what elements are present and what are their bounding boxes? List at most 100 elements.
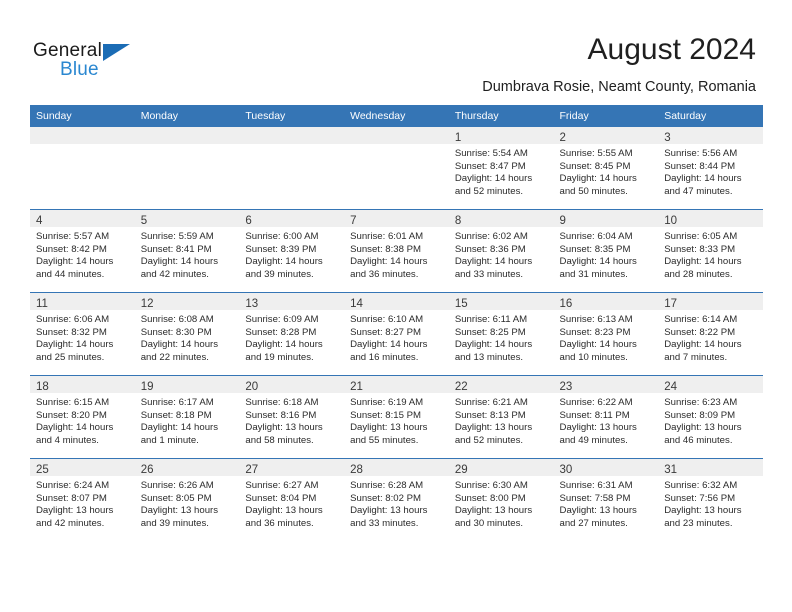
calendar-day-cell[interactable]: 18 Sunrise: 6:15 AM Sunset: 8:20 PM Dayligh… [30, 375, 135, 459]
calendar-day-cell[interactable]: 4 Sunrise: 5:57 AM Sunset: 8:42 PM Daylight… [30, 209, 135, 293]
day-detail-line: Sunrise: 6:14 AM [664, 314, 738, 325]
day-detail-line: Sunset: 8:25 PM [454, 326, 526, 338]
calendar-day-cell[interactable]: 3 Sunrise: 5:56 AM Sunset: 8:44 PM Daylight… [658, 127, 763, 210]
day-detail-line: Daylight: 14 hours [140, 256, 219, 268]
calendar-day-cell[interactable]: 17 Sunrise: 6:14 AM Sunset: 8:22 PM Dayligh… [658, 292, 763, 376]
day-detail-line: Sunrise: 5:57 AM [36, 231, 110, 242]
day-cell-details: Sunrise: 6:08 AM Sunset: 8:30 PM Daylight:… [135, 310, 240, 364]
calendar-day-cell-empty [134, 127, 240, 210]
day-detail-line: Daylight: 14 hours [140, 339, 219, 351]
day-number: 28 [350, 464, 363, 476]
day-detail-line: Sunrise: 6:10 AM [350, 314, 424, 325]
calendar-day-cell[interactable]: 11 Sunrise: 6:06 AM Sunset: 8:32 PM Dayligh… [30, 292, 135, 376]
day-number-band: 7 [344, 210, 449, 227]
calendar-day-cell[interactable]: 1 Sunrise: 5:54 AM Sunset: 8:47 PM Daylight… [448, 127, 554, 210]
day-cell-details: Sunrise: 5:57 AM Sunset: 8:42 PM Daylight:… [30, 227, 135, 281]
calendar-day-cell[interactable]: 29 Sunrise: 6:30 AM Sunset: 8:00 PM Dayligh… [448, 458, 554, 541]
calendar-day-cell[interactable]: 8 Sunrise: 6:02 AM Sunset: 8:36 PM Daylight… [448, 209, 554, 293]
day-detail-line: Daylight: 14 hours [664, 256, 742, 268]
day-number-band: 17 [658, 293, 763, 310]
day-detail-line: Sunset: 7:56 PM [664, 492, 736, 504]
calendar-day-cell[interactable]: 13 Sunrise: 6:09 AM Sunset: 8:28 PM Dayligh… [239, 292, 345, 376]
day-cell-details: Sunrise: 5:55 AM Sunset: 8:45 PM Daylight:… [554, 144, 659, 198]
calendar-day-cell[interactable]: 31 Sunrise: 6:32 AM Sunset: 7:56 PM Dayligh… [658, 458, 763, 541]
day-number: 26 [140, 464, 154, 476]
day-detail-line: and 27 minutes. [559, 517, 628, 529]
day-number-band: 9 [553, 210, 659, 227]
calendar-day-cell[interactable]: 15 Sunrise: 6:11 AM Sunset: 8:25 PM Dayligh… [448, 292, 554, 376]
day-detail-line: Daylight: 13 hours [454, 422, 533, 434]
day-detail-line: Sunrise: 6:24 AM [36, 480, 110, 491]
day-detail-line: and 23 minutes. [664, 517, 733, 529]
day-detail-line: Daylight: 13 hours [454, 505, 533, 517]
calendar-day-cell-empty [344, 127, 449, 210]
calendar-day-cell[interactable]: 26 Sunrise: 6:26 AM Sunset: 8:05 PM Dayligh… [134, 458, 240, 541]
day-number: 31 [664, 464, 678, 476]
day-number: 23 [559, 381, 573, 393]
day-number-band: 27 [239, 459, 345, 476]
day-detail-line: Daylight: 14 hours [454, 173, 533, 185]
calendar-day-cell[interactable]: 7 Sunrise: 6:01 AM Sunset: 8:38 PM Daylight… [344, 209, 449, 293]
day-detail-line: Sunrise: 6:28 AM [350, 480, 424, 491]
calendar-day-cell[interactable]: 14 Sunrise: 6:10 AM Sunset: 8:27 PM Dayligh… [344, 292, 449, 376]
calendar-day-cell[interactable]: 27 Sunrise: 6:27 AM Sunset: 8:04 PM Dayligh… [239, 458, 345, 541]
calendar-week-row: 25 Sunrise: 6:24 AM Sunset: 8:07 PM Dayligh… [30, 458, 763, 541]
calendar-day-cell[interactable]: 24 Sunrise: 6:23 AM Sunset: 8:09 PM Dayligh… [658, 375, 763, 459]
day-detail-line: Sunrise: 6:15 AM [36, 397, 110, 408]
calendar-day-cell[interactable]: 19 Sunrise: 6:17 AM Sunset: 8:18 PM Dayligh… [134, 375, 240, 459]
day-cell-details [344, 144, 449, 148]
location-subtitle: Dumbrava Rosie, Neamt County, Romania [482, 79, 756, 95]
calendar-day-cell[interactable]: 25 Sunrise: 6:24 AM Sunset: 8:07 PM Dayligh… [30, 458, 135, 541]
day-number-band: 16 [553, 293, 659, 310]
day-detail-line: Daylight: 14 hours [559, 339, 637, 351]
calendar-day-cell[interactable]: 10 Sunrise: 6:05 AM Sunset: 8:33 PM Dayligh… [658, 209, 763, 293]
day-detail-line: Sunset: 8:15 PM [350, 409, 422, 421]
calendar-day-cell[interactable]: 16 Sunrise: 6:13 AM Sunset: 8:23 PM Dayligh… [553, 292, 659, 376]
day-detail-line: Daylight: 13 hours [350, 505, 428, 517]
day-cell-details: Sunrise: 6:14 AM Sunset: 8:22 PM Daylight:… [658, 310, 763, 364]
day-number-band: 22 [448, 376, 554, 393]
day-number: 21 [350, 381, 363, 393]
day-detail-line: Sunrise: 5:56 AM [664, 148, 738, 159]
calendar-day-cell[interactable]: 28 Sunrise: 6:28 AM Sunset: 8:02 PM Dayligh… [344, 458, 449, 541]
day-number-band: 21 [344, 376, 449, 393]
day-detail-line: Sunset: 8:22 PM [664, 326, 736, 338]
day-detail-line: Daylight: 14 hours [36, 422, 114, 434]
sunrise-sunset-calendar: Sunday Monday Tuesday Wednesday Thursday Frid… [30, 105, 763, 541]
day-detail-line: Daylight: 13 hours [140, 505, 219, 517]
day-number: 27 [245, 464, 259, 476]
day-detail-line: Sunrise: 6:08 AM [140, 314, 214, 325]
calendar-day-cell[interactable]: 2 Sunrise: 5:55 AM Sunset: 8:45 PM Daylight… [553, 127, 659, 210]
calendar-day-cell[interactable]: 22 Sunrise: 6:21 AM Sunset: 8:13 PM Dayligh… [448, 375, 554, 459]
day-cell-details: Sunrise: 5:59 AM Sunset: 8:41 PM Daylight:… [135, 227, 240, 281]
day-number: 13 [245, 298, 259, 310]
calendar-day-cell[interactable]: 23 Sunrise: 6:22 AM Sunset: 8:11 PM Dayligh… [553, 375, 659, 459]
day-number-band: 11 [30, 293, 135, 310]
day-detail-line: and 52 minutes. [454, 185, 524, 197]
day-detail-line: and 39 minutes. [140, 517, 209, 529]
calendar-day-cell[interactable]: 9 Sunrise: 6:04 AM Sunset: 8:35 PM Daylight… [553, 209, 659, 293]
calendar-day-cell[interactable]: 6 Sunrise: 6:00 AM Sunset: 8:39 PM Daylight… [239, 209, 345, 293]
day-detail-line: Sunrise: 6:09 AM [245, 314, 319, 325]
day-number-band: 5 [134, 210, 240, 227]
day-number-band: 20 [239, 376, 345, 393]
day-detail-line: and 4 minutes. [36, 434, 99, 446]
calendar-day-cell[interactable]: 5 Sunrise: 5:59 AM Sunset: 8:41 PM Daylight… [134, 209, 240, 293]
calendar-day-cell[interactable]: 12 Sunrise: 6:08 AM Sunset: 8:30 PM Dayligh… [134, 292, 240, 376]
day-detail-line: Sunset: 8:02 PM [350, 492, 422, 504]
day-number-band: 8 [448, 210, 554, 227]
day-detail-line: Sunset: 8:28 PM [245, 326, 317, 338]
day-detail-line: Sunset: 8:05 PM [140, 492, 212, 504]
calendar-day-cell-empty [239, 127, 345, 210]
day-number: 7 [350, 215, 357, 227]
weekday-header-saturday: Saturday [658, 105, 763, 127]
day-cell-details: Sunrise: 6:32 AM Sunset: 7:56 PM Daylight:… [658, 476, 763, 530]
calendar-day-cell[interactable]: 30 Sunrise: 6:31 AM Sunset: 7:58 PM Dayligh… [553, 458, 659, 541]
day-detail-line: Sunset: 8:32 PM [36, 326, 107, 338]
calendar-day-cell[interactable]: 21 Sunrise: 6:19 AM Sunset: 8:15 PM Dayligh… [344, 375, 449, 459]
weekday-header-friday: Friday [553, 105, 659, 127]
day-detail-line: Daylight: 14 hours [245, 339, 323, 351]
day-detail-line: Sunset: 8:09 PM [664, 409, 736, 421]
calendar-day-cell[interactable]: 20 Sunrise: 6:18 AM Sunset: 8:16 PM Dayligh… [239, 375, 345, 459]
day-detail-line: Sunset: 8:11 PM [559, 409, 630, 421]
